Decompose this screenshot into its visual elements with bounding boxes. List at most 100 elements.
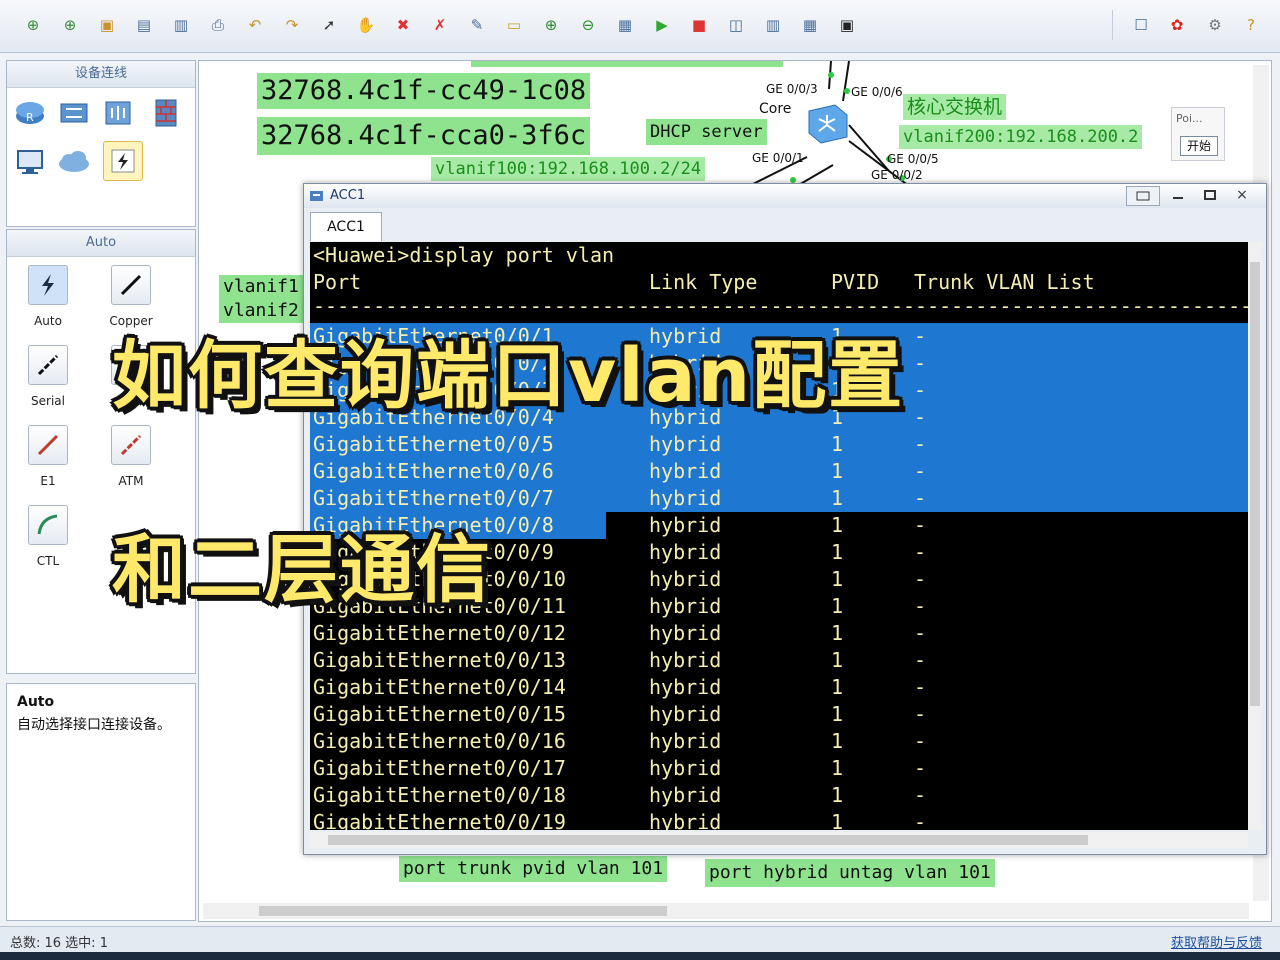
cable-ctl-button[interactable] bbox=[28, 505, 68, 545]
redo-icon[interactable]: ↷ bbox=[279, 12, 305, 38]
row-type: hybrid bbox=[649, 513, 722, 537]
status-bar: 总数: 16 选中: 1 获取帮助与反馈 bbox=[0, 926, 1280, 953]
terminal-row: GigabitEthernet0/0/16 hybrid 1 - bbox=[313, 728, 1243, 755]
cable-serial-button[interactable] bbox=[28, 345, 68, 385]
huawei-icon[interactable]: ✿ bbox=[1164, 12, 1190, 38]
terminal-header-row: Port Link Type PVID Trunk VLAN List bbox=[313, 269, 1243, 296]
cable-serial-label: Serial bbox=[31, 394, 65, 408]
terminal-vscroll-thumb[interactable] bbox=[1250, 262, 1260, 706]
core-switch-icon[interactable] bbox=[805, 101, 849, 145]
undo-icon[interactable]: ↶ bbox=[242, 12, 268, 38]
topo-icon[interactable]: ▥ bbox=[760, 12, 786, 38]
terminal-app-icon bbox=[310, 189, 324, 203]
fit-icon[interactable]: ▦ bbox=[612, 12, 638, 38]
terminal-hscrollbar[interactable] bbox=[310, 832, 1248, 848]
maximize-icon[interactable] bbox=[1194, 186, 1226, 204]
row-trunk: - bbox=[914, 621, 927, 645]
tag-bridge-id-2[interactable]: 32768.4c1f-cca0-3f6c bbox=[257, 117, 591, 155]
delete-icon[interactable]: ✖ bbox=[390, 12, 416, 38]
pc-icon[interactable] bbox=[13, 145, 47, 179]
tag-vlanif100[interactable]: vlanif100:192.168.100.2/24 bbox=[431, 157, 706, 181]
zoom-in-icon[interactable]: ⊕ bbox=[538, 12, 564, 38]
cable-auto-button[interactable] bbox=[28, 265, 68, 305]
power-icon[interactable] bbox=[103, 141, 143, 181]
cable-auto-label: Auto bbox=[34, 314, 62, 328]
status-count: 总数: 16 选中: 1 bbox=[10, 936, 108, 951]
header-pvid: PVID bbox=[831, 270, 880, 294]
settings-icon[interactable]: ⚙ bbox=[1202, 12, 1228, 38]
row-type: hybrid bbox=[649, 702, 722, 726]
row-type: hybrid bbox=[649, 648, 722, 672]
help-feedback-link[interactable]: 获取帮助与反馈 bbox=[1171, 932, 1262, 951]
tag-trunk-pvid[interactable]: port trunk pvid vlan 101 bbox=[399, 856, 668, 882]
row-trunk: - bbox=[914, 378, 927, 402]
row-trunk: - bbox=[914, 810, 927, 830]
terminal-vscrollbar[interactable] bbox=[1248, 242, 1262, 830]
capture-icon[interactable]: ◫ bbox=[723, 12, 749, 38]
main-toolbar: ⊕ ⊕ ▣ ▤ ▥ ⎙ ↶ ↷ ➚ ✋ ✖ ✗ ✎ ▭ ⊕ ⊖ ▦ ▶ ■ ◫ ▥ ▦ ▣ ☐ ✿ ⚙? bbox=[0, 0, 1280, 53]
save-as-icon[interactable]: ▥ bbox=[168, 12, 194, 38]
open-icon[interactable]: ▣ bbox=[94, 12, 120, 38]
switch-icon[interactable] bbox=[57, 95, 91, 129]
help-icon[interactable]: ? bbox=[1238, 12, 1264, 38]
cli-icon[interactable]: ▣ bbox=[834, 12, 860, 38]
row-trunk: - bbox=[914, 324, 927, 348]
text-icon[interactable]: ✎ bbox=[464, 12, 490, 38]
port-label-ge006: GE 0/0/6 bbox=[851, 85, 903, 99]
chat-icon[interactable]: ☐ bbox=[1128, 12, 1154, 38]
terminal-row: GigabitEthernet0/0/15 hybrid 1 - bbox=[313, 701, 1243, 728]
canvas-hscrollbar[interactable] bbox=[203, 903, 1249, 919]
cable-copper-button[interactable] bbox=[111, 265, 151, 305]
wireless-icon[interactable] bbox=[101, 95, 135, 129]
row-type: hybrid bbox=[649, 756, 722, 780]
select-icon[interactable]: ➚ bbox=[316, 12, 342, 38]
port-label-ge003: GE 0/0/3 bbox=[766, 82, 818, 96]
row-pvid: 1 bbox=[831, 486, 844, 510]
zoom-out-icon[interactable]: ⊖ bbox=[575, 12, 601, 38]
row-pvid: 1 bbox=[831, 648, 844, 672]
canvas-hscroll-thumb[interactable] bbox=[259, 906, 667, 916]
info-description: 自动选择接口连接设备。 bbox=[17, 717, 171, 733]
row-trunk: - bbox=[914, 648, 927, 672]
row-port: GigabitEthernet0/0/12 bbox=[313, 621, 566, 645]
restore-icon[interactable] bbox=[1126, 186, 1160, 206]
print-icon[interactable]: ⎙ bbox=[205, 12, 231, 38]
popup-start-button[interactable]: 开始 bbox=[1180, 136, 1218, 156]
new-topo-icon[interactable]: ⊕ bbox=[20, 12, 46, 38]
tag-bridge-id-1[interactable]: 32768.4c1f-cc49-1c08 bbox=[257, 73, 591, 109]
row-pvid: 1 bbox=[831, 810, 844, 830]
row-trunk: - bbox=[914, 675, 927, 699]
new-file-icon[interactable]: ⊕ bbox=[57, 12, 83, 38]
row-type: hybrid bbox=[649, 540, 722, 564]
port-label-ge002: GE 0/0/2 bbox=[871, 168, 923, 182]
delete-link-icon[interactable]: ✗ bbox=[427, 12, 453, 38]
terminal-titlebar[interactable]: ACC1 × bbox=[304, 184, 1266, 208]
close-icon[interactable]: × bbox=[1226, 186, 1258, 204]
save-icon[interactable]: ▤ bbox=[131, 12, 157, 38]
tag-vlanif1[interactable]: vlanif1 bbox=[219, 275, 303, 299]
minimize-icon[interactable] bbox=[1162, 186, 1194, 204]
port-label-ge005: GE 0/0/5 bbox=[887, 152, 939, 166]
grid-icon[interactable]: ▦ bbox=[797, 12, 823, 38]
terminal-tab[interactable]: ACC1 bbox=[310, 212, 382, 241]
terminal-hscroll-thumb[interactable] bbox=[328, 835, 1088, 845]
stop-icon[interactable]: ■ bbox=[686, 12, 712, 38]
row-trunk: - bbox=[914, 432, 927, 456]
firewall-icon[interactable] bbox=[149, 95, 183, 129]
cable-e1-button[interactable] bbox=[28, 425, 68, 465]
tag-hybrid-untag[interactable]: port hybrid untag vlan 101 bbox=[705, 859, 995, 887]
rectangle-icon[interactable]: ▭ bbox=[501, 12, 527, 38]
router-icon[interactable]: R bbox=[13, 95, 47, 129]
header-link-type: Link Type bbox=[649, 270, 758, 294]
row-pvid: 1 bbox=[831, 513, 844, 537]
row-trunk: - bbox=[914, 756, 927, 780]
cloud-icon[interactable] bbox=[57, 145, 91, 179]
start-icon[interactable]: ▶ bbox=[649, 12, 675, 38]
tag-vlanif200[interactable]: vlanif200:192.168.200.2 bbox=[899, 125, 1143, 149]
tag-dhcp-server[interactable]: DHCP server bbox=[646, 119, 767, 145]
row-port: GigabitEthernet0/0/19 bbox=[313, 810, 566, 830]
row-type: hybrid bbox=[649, 432, 722, 456]
tag-core-switch[interactable]: 核心交换机 bbox=[903, 94, 1007, 120]
cable-atm-button[interactable] bbox=[111, 425, 151, 465]
hand-icon[interactable]: ✋ bbox=[353, 12, 379, 38]
